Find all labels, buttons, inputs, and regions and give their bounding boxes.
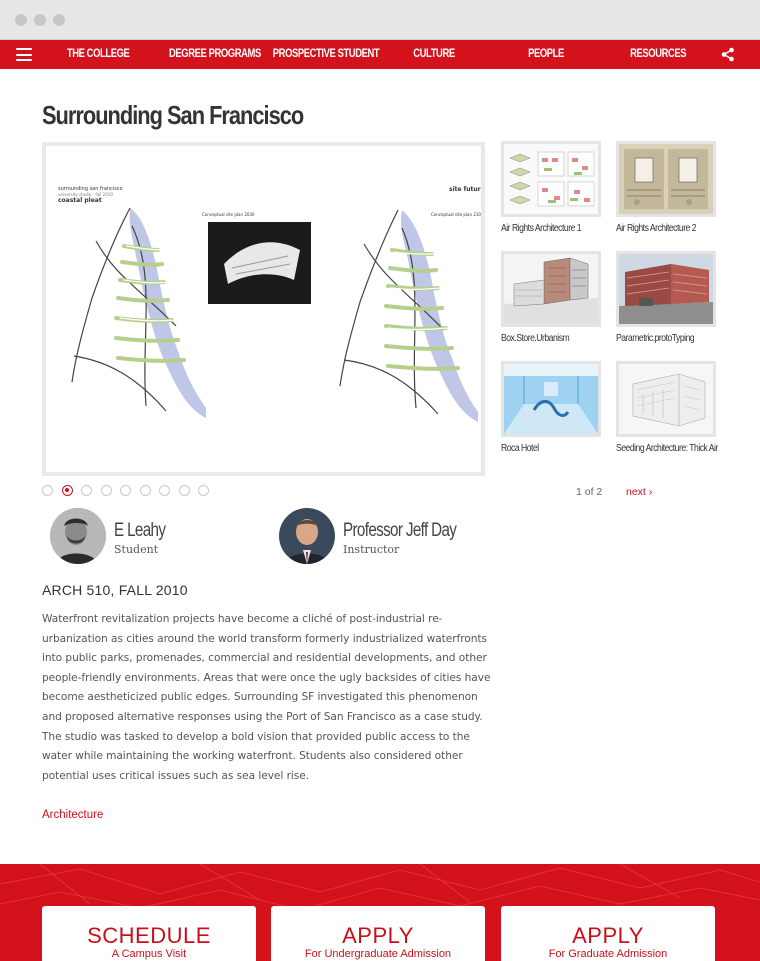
project-thumbnail[interactable]: Roca Hotel xyxy=(501,361,601,454)
avatar[interactable] xyxy=(279,508,335,564)
nav-item-culture[interactable]: CULTURE xyxy=(409,40,458,69)
nav-item-degree-programs[interactable]: DEGREE PROGRAMS xyxy=(169,40,261,69)
pager-next-link[interactable]: next › xyxy=(626,486,652,498)
thumbnail-drawing xyxy=(504,144,598,214)
person-name[interactable]: Professor Jeff Day xyxy=(343,520,457,542)
thumbnail-image[interactable] xyxy=(616,251,716,327)
site-plan-drawing xyxy=(71,207,478,422)
nav-item-resources[interactable]: RESOURCES xyxy=(630,40,686,69)
browser-chrome xyxy=(0,0,760,40)
thumbnail-image[interactable] xyxy=(616,361,716,437)
slider-dot[interactable] xyxy=(42,485,53,496)
project-thumbnail[interactable]: Air Rights Architecture 2 xyxy=(616,141,716,234)
description-line: water while maintaining the working wate… xyxy=(42,750,463,763)
thumbnail-drawing xyxy=(504,254,598,324)
slider-dot[interactable] xyxy=(100,485,112,496)
slider-dot[interactable] xyxy=(81,485,92,496)
person-role: Instructor xyxy=(343,543,400,556)
nav-item-the-college[interactable]: THE COLLEGE xyxy=(67,40,130,69)
nav-item-people[interactable]: PEOPLE xyxy=(521,40,570,69)
project-thumbnail[interactable]: Parametric.protoTyping xyxy=(616,251,716,344)
avatar[interactable] xyxy=(50,508,106,564)
apply-graduate-button[interactable]: APPLY For Graduate Admission xyxy=(501,906,715,961)
thumbnail-drawing xyxy=(619,144,713,214)
main-nav: THE COLLEGE DEGREE PROGRAMS PROSPECTIVE … xyxy=(0,40,760,69)
hamburger-menu-icon[interactable] xyxy=(16,48,32,61)
footer-cta-band: SCHEDULE A Campus Visit APPLY For Underg… xyxy=(0,864,760,961)
schedule-visit-button[interactable]: SCHEDULE A Campus Visit xyxy=(42,906,256,961)
avatar-photo xyxy=(50,508,106,564)
thumbnail-caption[interactable]: Air Rights Architecture 2 xyxy=(616,223,719,234)
description-line: potential uses critical issues such as s… xyxy=(42,769,310,782)
hero-slide-image[interactable]: surrounding san francisco university stu… xyxy=(42,142,485,476)
description-line: people-friendly environments. Areas that… xyxy=(42,671,491,684)
project-thumbnail[interactable]: Air Rights Architecture 1 xyxy=(501,141,601,234)
thumbnail-caption[interactable]: Air Rights Architecture 1 xyxy=(501,223,604,234)
cta-subtitle: A Campus Visit xyxy=(111,948,187,960)
thumbnail-drawing xyxy=(619,254,713,324)
person-name[interactable]: E Leahy xyxy=(114,520,166,542)
cta-title: SCHEDULE xyxy=(87,923,211,948)
window-minimize-dot[interactable] xyxy=(34,14,46,26)
project-thumbnail[interactable]: Box.Store.Urbanism xyxy=(501,251,601,344)
description-line: The studio was tasked to develop a bold … xyxy=(42,730,470,743)
thumbnail-image[interactable] xyxy=(501,141,601,217)
slider-dot-active[interactable] xyxy=(61,485,73,496)
course-heading: ARCH 510, FALL 2010 xyxy=(42,582,188,598)
slider-dot[interactable] xyxy=(198,485,209,496)
thumbnail-drawing xyxy=(504,364,598,434)
thumbnail-image[interactable] xyxy=(501,251,601,327)
cta-subtitle: For Graduate Admission xyxy=(548,948,668,960)
description-line: into public parks, promenades, commercia… xyxy=(42,652,487,665)
page-title: Surrounding San Francisco xyxy=(42,100,304,130)
thumbnail-image[interactable] xyxy=(501,361,601,437)
thumbnail-caption[interactable]: Box.Store.Urbanism xyxy=(501,333,604,344)
description-line: and proposed alternative responses using… xyxy=(42,710,483,723)
thumbnail-caption[interactable]: Roca Hotel xyxy=(501,443,604,454)
avatar-photo xyxy=(279,508,335,564)
cta-title: APPLY xyxy=(572,923,644,948)
cta-title: APPLY xyxy=(342,923,414,948)
share-icon[interactable] xyxy=(720,47,735,62)
window-zoom-dot[interactable] xyxy=(53,14,65,26)
pager-status: 1 of 2 xyxy=(576,486,603,498)
project-description: Waterfront revitalization projects have … xyxy=(42,610,491,786)
thumbnail-caption[interactable]: Parametric.protoTyping xyxy=(616,333,719,344)
thumbnail-drawing xyxy=(619,364,713,434)
category-tag-link[interactable]: Architecture xyxy=(42,809,103,821)
thumbnail-caption[interactable]: Seeding Architecture: Thick Air xyxy=(616,443,719,454)
apply-undergraduate-button[interactable]: APPLY For Undergraduate Admission xyxy=(271,906,485,961)
window-close-dot[interactable] xyxy=(15,14,27,26)
slider-dot[interactable] xyxy=(120,485,131,496)
description-line: become aestheticized public edges. Surro… xyxy=(42,691,478,704)
cta-subtitle: For Undergraduate Admission xyxy=(304,948,452,960)
nav-item-prospective-student[interactable]: PROSPECTIVE STUDENT xyxy=(273,40,380,69)
slider-dot[interactable] xyxy=(159,485,170,496)
project-thumbnail[interactable]: Seeding Architecture: Thick Air xyxy=(616,361,719,454)
slider-dot[interactable] xyxy=(178,485,190,496)
slider-dot[interactable] xyxy=(139,485,151,496)
person-role: Student xyxy=(114,543,159,556)
description-line: urbanization as cities around the world … xyxy=(42,632,487,645)
description-line: Waterfront revitalization projects have … xyxy=(42,613,443,625)
thumbnail-image[interactable] xyxy=(616,141,716,217)
